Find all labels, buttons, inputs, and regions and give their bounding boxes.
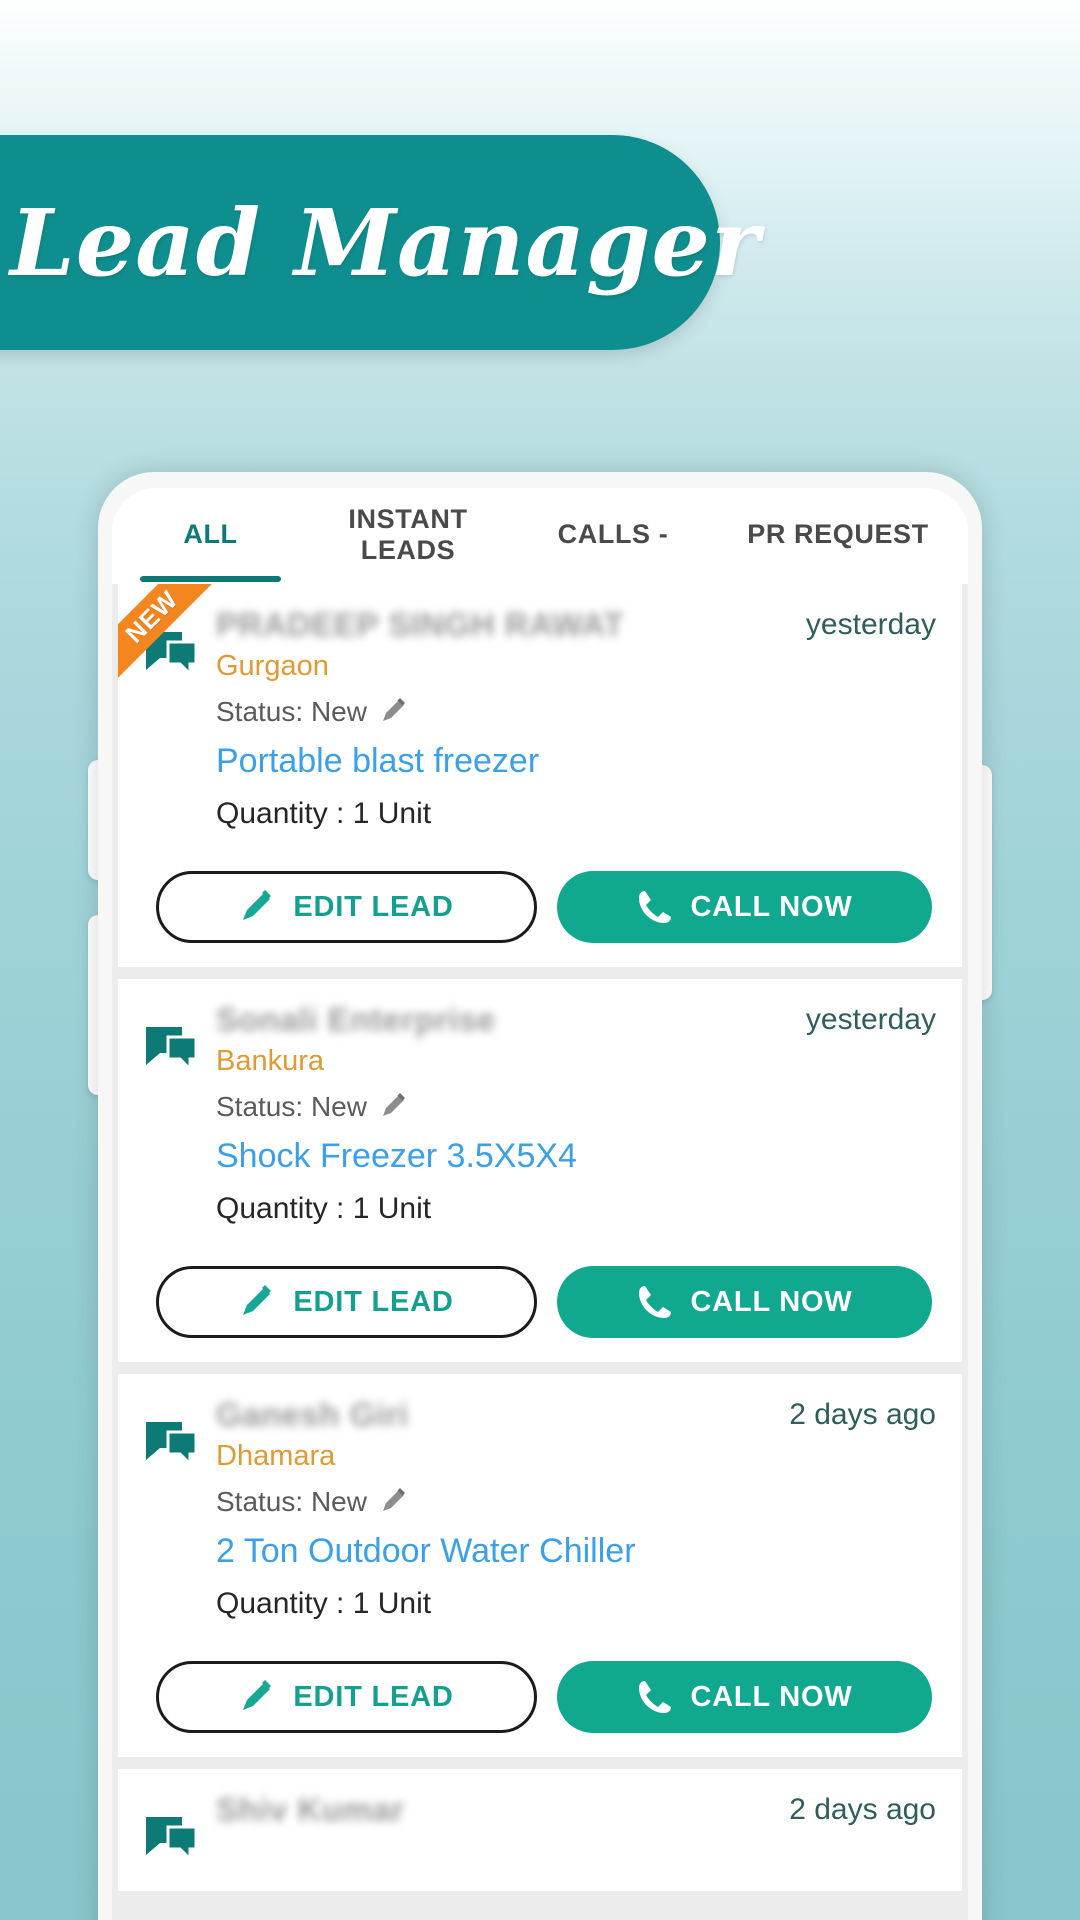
- lead-status-text: Status: New: [216, 1486, 367, 1517]
- lead-timestamp: yesterday: [805, 1003, 936, 1036]
- lead-card-actions: EDIT LEAD CALL NOW: [144, 1266, 936, 1338]
- lead-product[interactable]: 2 Ton Outdoor Water Chiller: [216, 1532, 936, 1571]
- lead-card-actions: EDIT LEAD CALL NOW: [144, 1661, 936, 1733]
- tab-pr-request[interactable]: PR REQUEST: [713, 488, 963, 582]
- edit-lead-label: EDIT LEAD: [293, 1680, 454, 1713]
- lead-quantity: Quantity : 1 Unit: [216, 1587, 432, 1620]
- phone-icon: [636, 888, 674, 926]
- edit-status-pencil-icon[interactable]: [379, 1092, 409, 1122]
- tab-active-indicator: [140, 576, 281, 582]
- pencil-icon: [239, 1678, 277, 1716]
- phone-screen: ALL INSTANT LEADS CALLS - PR REQUEST NEW: [112, 488, 968, 1920]
- lead-card[interactable]: NEW PRADEEP SINGH RAWAT yesterday Gurgao…: [118, 584, 962, 967]
- lead-quantity: Quantity : 1 Unit: [216, 797, 432, 830]
- chat-icon: [144, 1023, 198, 1077]
- edit-lead-label: EDIT LEAD: [293, 890, 454, 923]
- chat-icon: [144, 1418, 198, 1472]
- lead-card[interactable]: Sonali Enterprise yesterday Bankura Stat…: [118, 979, 962, 1362]
- lead-status[interactable]: Status: New: [216, 696, 936, 728]
- lead-timestamp: 2 days ago: [789, 1398, 936, 1431]
- lead-name: Sonali Enterprise: [216, 1001, 496, 1038]
- call-now-button[interactable]: CALL NOW: [557, 1266, 932, 1338]
- lead-list[interactable]: NEW PRADEEP SINGH RAWAT yesterday Gurgao…: [112, 584, 968, 1920]
- tab-bar: ALL INSTANT LEADS CALLS - PR REQUEST: [112, 488, 968, 582]
- edit-lead-button[interactable]: EDIT LEAD: [156, 1661, 537, 1733]
- tab-calls[interactable]: CALLS -: [513, 488, 713, 582]
- lead-status[interactable]: Status: New: [216, 1486, 936, 1518]
- pencil-icon: [239, 888, 277, 926]
- lead-name: Ganesh Giri: [216, 1396, 409, 1433]
- phone-icon: [636, 1678, 674, 1716]
- lead-status-text: Status: New: [216, 696, 367, 727]
- call-now-label: CALL NOW: [690, 1680, 853, 1713]
- edit-lead-button[interactable]: EDIT LEAD: [156, 1266, 537, 1338]
- lead-city: Bankura: [216, 1045, 325, 1077]
- tab-instant-leads-label: INSTANT LEADS: [348, 503, 468, 565]
- tab-instant-leads[interactable]: INSTANT LEADS: [303, 488, 513, 582]
- tab-calls-label: CALLS -: [557, 519, 669, 550]
- lead-card[interactable]: Ganesh Giri 2 days ago Dhamara Status: N…: [118, 1374, 962, 1757]
- chat-icon: [144, 1813, 198, 1867]
- lead-product[interactable]: Portable blast freezer: [216, 742, 936, 781]
- call-now-button[interactable]: CALL NOW: [557, 1661, 932, 1733]
- lead-timestamp: yesterday: [805, 608, 936, 641]
- lead-status-text: Status: New: [216, 1091, 367, 1122]
- lead-city: Dhamara: [216, 1440, 336, 1472]
- call-now-label: CALL NOW: [690, 890, 853, 923]
- phone-icon: [636, 1283, 674, 1321]
- edit-lead-button[interactable]: EDIT LEAD: [156, 871, 537, 943]
- call-now-label: CALL NOW: [690, 1285, 853, 1318]
- pencil-icon: [239, 1283, 277, 1321]
- lead-status[interactable]: Status: New: [216, 1091, 936, 1123]
- tab-pr-request-label: PR REQUEST: [747, 519, 929, 550]
- app-title-banner: Lead Manager: [0, 135, 759, 350]
- edit-status-pencil-icon[interactable]: [379, 1487, 409, 1517]
- lead-name: Shiv Kumar: [216, 1791, 405, 1828]
- lead-timestamp: 2 days ago: [789, 1793, 936, 1826]
- tab-all[interactable]: ALL: [118, 488, 303, 582]
- lead-city: Gurgaon: [216, 650, 329, 682]
- phone-frame: ALL INSTANT LEADS CALLS - PR REQUEST NEW: [98, 472, 982, 1920]
- lead-product[interactable]: Shock Freezer 3.5X5X4: [216, 1137, 936, 1176]
- lead-card[interactable]: Shiv Kumar 2 days ago: [118, 1769, 962, 1891]
- app-screenshot: Lead Manager ALL INSTANT LEADS CALLS - P…: [0, 0, 1080, 1920]
- edit-status-pencil-icon[interactable]: [379, 697, 409, 727]
- tab-all-label: ALL: [183, 519, 238, 550]
- lead-card-actions: EDIT LEAD CALL NOW: [144, 871, 936, 943]
- lead-quantity: Quantity : 1 Unit: [216, 1192, 432, 1225]
- page-title: Lead Manager: [10, 188, 761, 297]
- lead-name: PRADEEP SINGH RAWAT: [216, 606, 624, 643]
- call-now-button[interactable]: CALL NOW: [557, 871, 932, 943]
- edit-lead-label: EDIT LEAD: [293, 1285, 454, 1318]
